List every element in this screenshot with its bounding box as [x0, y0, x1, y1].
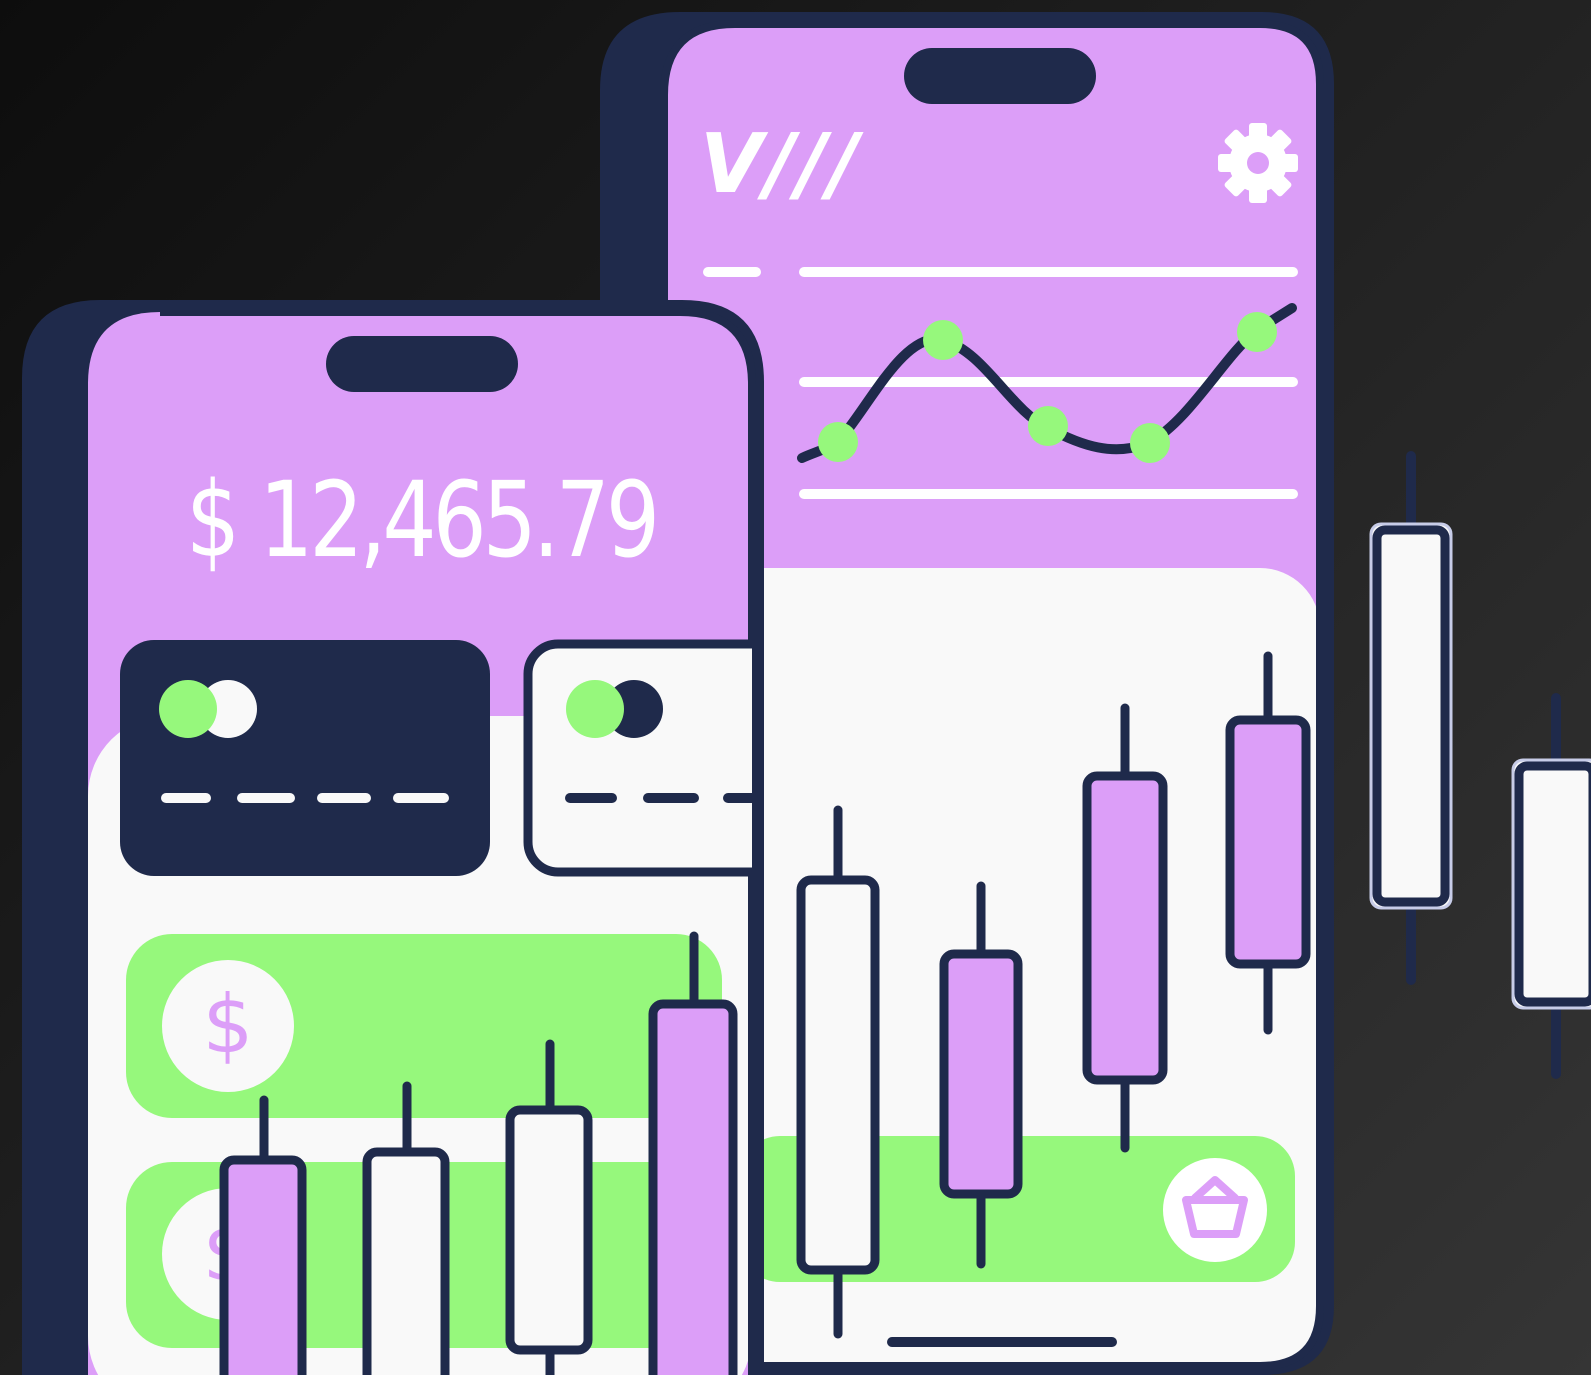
chart-point: [1130, 423, 1170, 463]
illustration: V/// $ 12,465.79 $: [0, 0, 1591, 1375]
dollar-icon: $: [162, 960, 294, 1092]
chart-point: [923, 320, 963, 360]
back-phone-notch: [904, 48, 1096, 104]
balance-amount: $ 12,465.79: [186, 459, 656, 581]
chart-point: [1028, 406, 1068, 446]
candle: [796, 805, 880, 1339]
candle: [648, 931, 738, 1375]
card-logo-circle: [566, 680, 624, 738]
basket-icon[interactable]: [1163, 1158, 1267, 1262]
floating-candle: [1369, 451, 1453, 985]
chart-point: [1237, 312, 1277, 352]
app-logo: V///: [700, 117, 864, 212]
floating-candle: [1511, 693, 1591, 1079]
card-logo-circle: [159, 680, 217, 738]
front-phone-notch: [326, 336, 518, 392]
card-dark[interactable]: [120, 640, 490, 876]
gear-icon[interactable]: [1218, 123, 1298, 203]
svg-text:$: $: [203, 978, 254, 1071]
candle: [1082, 703, 1168, 1153]
front-phone: $ 12,465.79 $: [22, 300, 764, 1375]
floating-candles: [1369, 451, 1591, 1079]
chart-point: [818, 422, 858, 462]
